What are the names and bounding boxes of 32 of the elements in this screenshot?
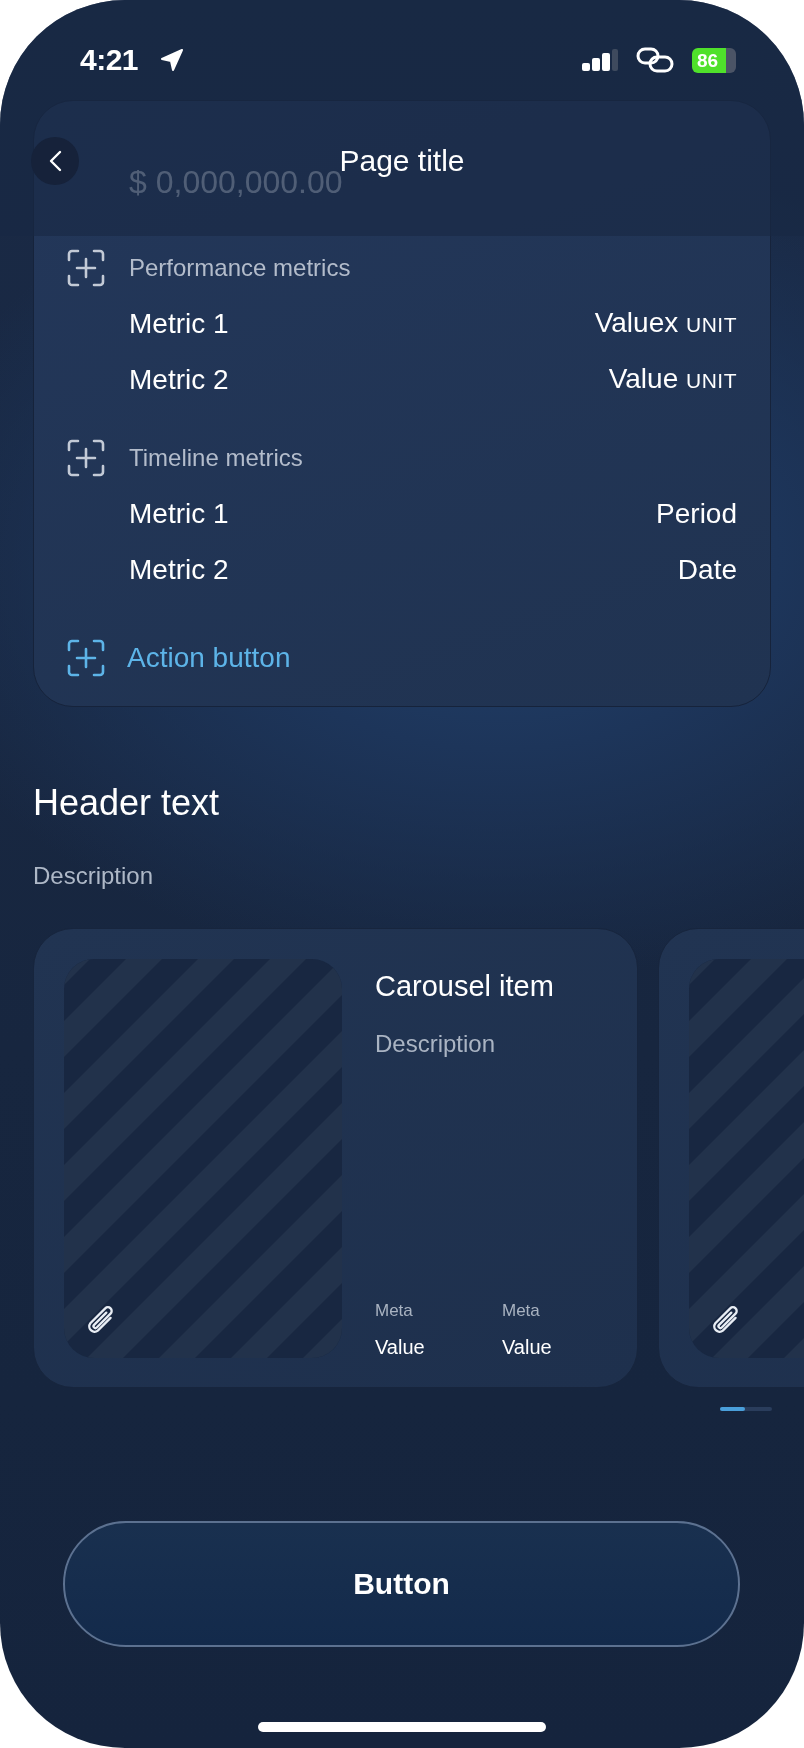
action-button[interactable]: Action button <box>67 638 291 678</box>
carousel-card[interactable]: Carousel item Description Meta Meta Value Value <box>33 928 638 1388</box>
back-icon <box>47 149 63 173</box>
card-title: Carousel item <box>375 969 554 1004</box>
signal-icon <box>582 49 618 71</box>
link-icon <box>636 46 674 74</box>
card-description: Description <box>375 1029 496 1059</box>
add-icon <box>67 439 105 477</box>
section-title: Timeline metrics <box>129 443 303 473</box>
status-time: 4:21 <box>80 42 139 78</box>
meta-label: Meta <box>375 1300 413 1322</box>
metric-label: Metric 1 <box>129 307 229 341</box>
metric-label: Metric 2 <box>129 363 229 397</box>
page-title: Page title <box>339 143 466 177</box>
add-icon <box>67 639 105 677</box>
metric-value: Value UNIT <box>608 362 737 396</box>
location-arrow-icon <box>160 48 185 72</box>
metric-value: Date <box>677 553 737 587</box>
page-indicator <box>720 1407 772 1411</box>
section-description: Description <box>33 861 154 891</box>
meta-label: Meta <box>502 1300 540 1322</box>
metric-label: Metric 2 <box>129 553 229 587</box>
add-icon <box>67 249 105 287</box>
section-title: Performance metrics <box>129 253 351 283</box>
battery-indicator: 86 <box>692 47 736 73</box>
primary-button[interactable]: Button <box>63 1521 740 1647</box>
meta-value: Value <box>502 1335 552 1360</box>
meta-value: Value <box>375 1335 425 1360</box>
metric-label: Metric 1 <box>129 497 229 531</box>
metric-value: Period <box>656 497 737 531</box>
metric-value: Valuex UNIT <box>594 306 737 340</box>
section-header: Header text <box>33 781 220 825</box>
